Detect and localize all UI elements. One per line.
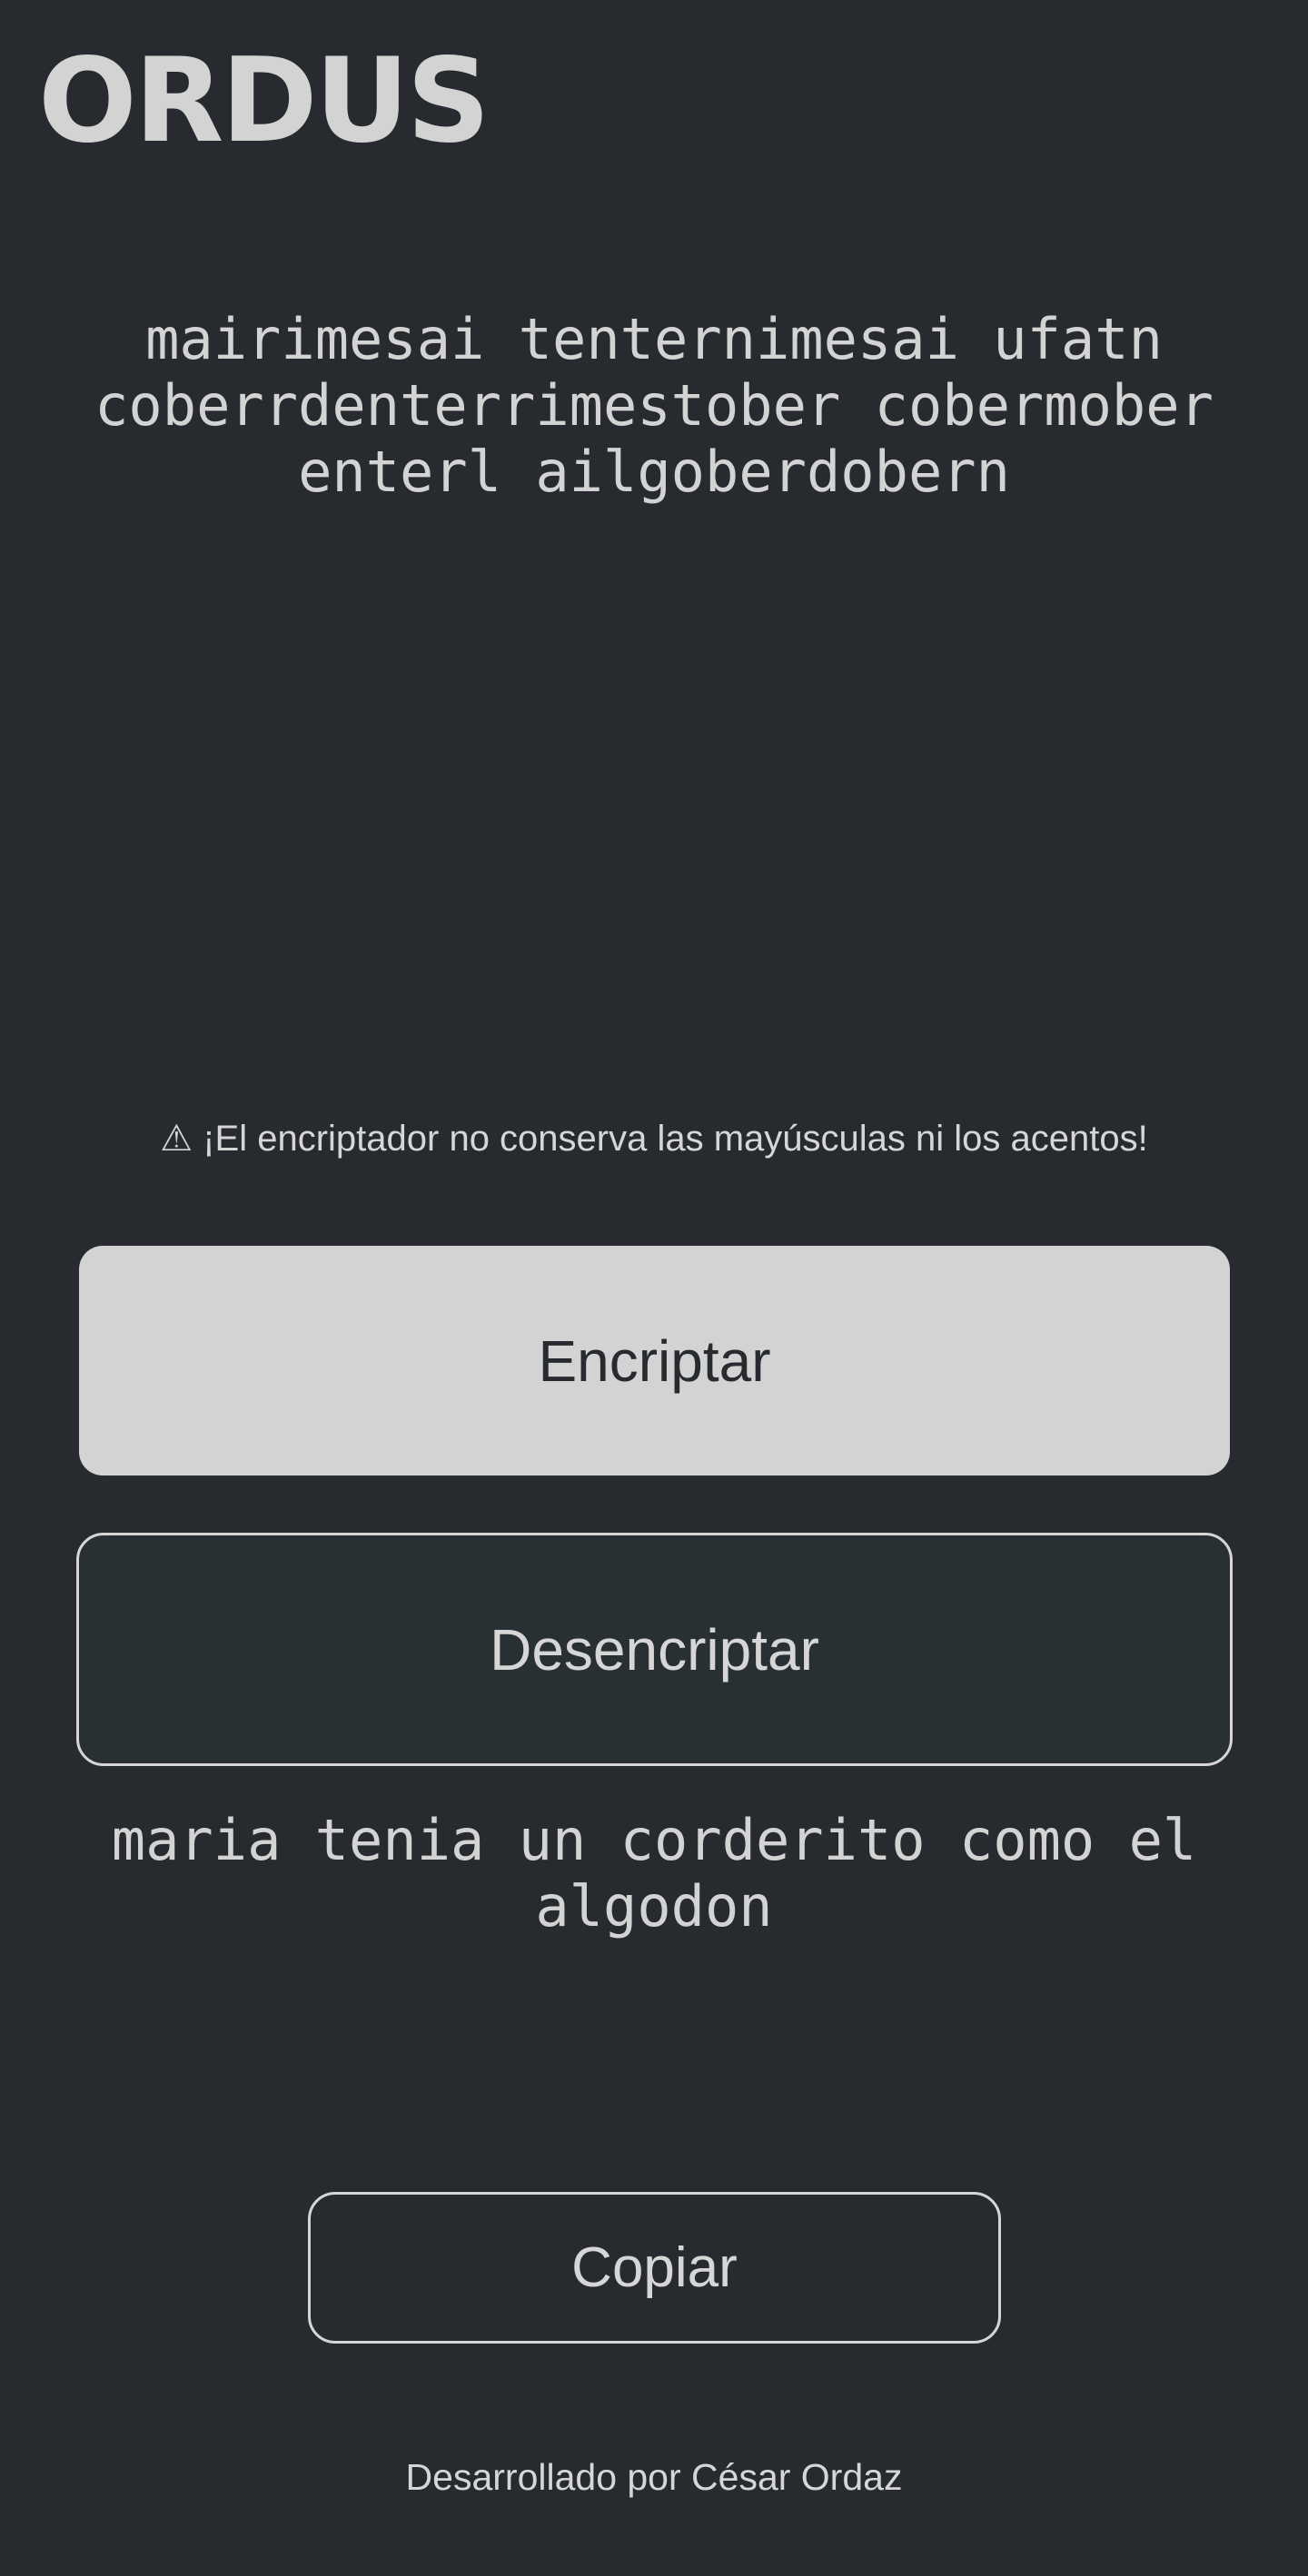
footer-credit: Desarrollado por César Ordaz [405,2456,903,2498]
copy-button[interactable]: Copiar [308,2192,1001,2344]
app-logo: ORDUS [38,34,490,169]
decrypt-button[interactable]: Desencriptar [76,1533,1233,1766]
encrypt-button[interactable]: Encriptar [79,1246,1230,1476]
message-input[interactable]: mairimesai tenternimesai ufatn coberrden… [54,306,1254,1123]
result-output: maria tenia un corderito como el algodon [111,1807,1197,1939]
warning-message: ⚠ ¡El encriptador no conserva las mayúsc… [160,1119,1148,1159]
